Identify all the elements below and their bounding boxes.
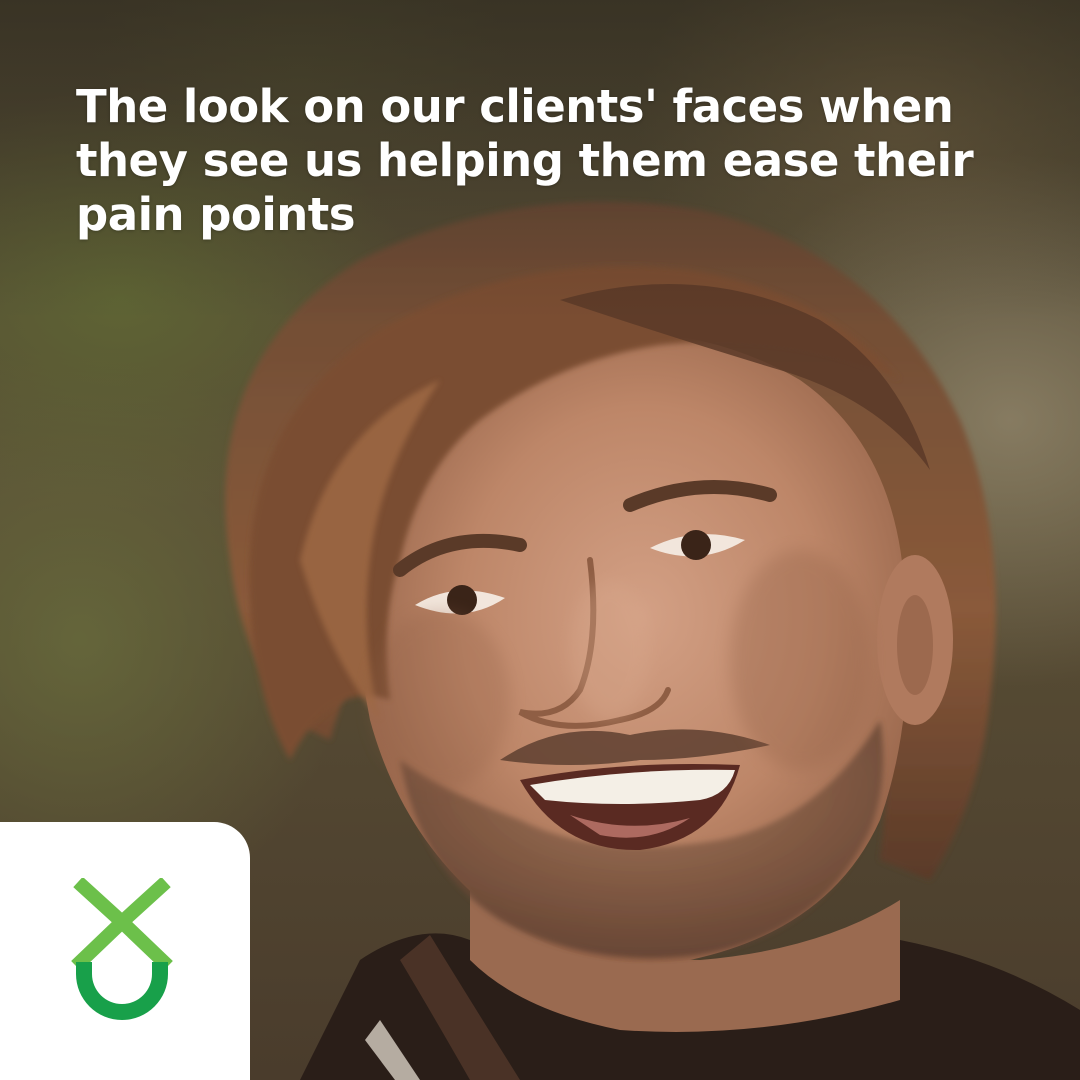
social-post-canvas: The look on our clients' faces when they…: [0, 0, 1080, 1080]
green-chevron-ring-logo-icon: [71, 878, 173, 1020]
post-caption: The look on our clients' faces when they…: [76, 80, 974, 241]
